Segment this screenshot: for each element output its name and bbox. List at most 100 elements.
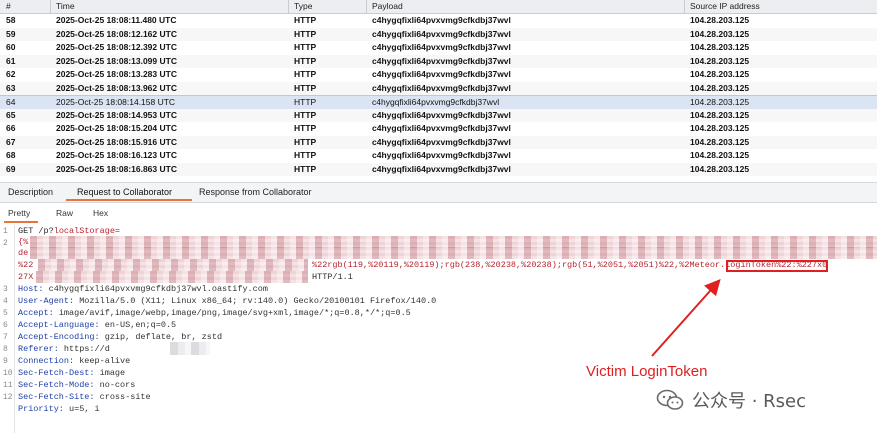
http-version: HTTP/1.1	[312, 272, 353, 282]
http-method: GET	[18, 226, 34, 236]
column-header-num[interactable]: #	[6, 1, 11, 12]
view-mode-tabs: Pretty Raw Hex	[0, 205, 877, 222]
header-value: cross-site	[94, 392, 151, 402]
tab-description[interactable]: Description	[8, 187, 53, 197]
header-key: Sec-Fetch-Dest:	[18, 368, 95, 378]
row-payload: c4hygqfixli64pvxvmg9cfkdbj37wvl	[372, 163, 511, 174]
row-type: HTTP	[294, 109, 317, 120]
tab-raw[interactable]: Raw	[56, 208, 73, 218]
watermark-text: 公众号 · Rsec	[692, 391, 807, 412]
table-row[interactable]: 63 2025-Oct-25 18:08:13.962 UTC HTTP c4hygq…	[0, 81, 877, 95]
row-payload: c4hygqfixli64pvxvmg9cfkdbj37wvl	[372, 69, 511, 79]
request-param: localStorage=	[53, 226, 121, 236]
table-row[interactable]: 60 2025-Oct-25 18:08:12.392 UTC HTTP c4hygq…	[0, 41, 877, 54]
row-payload: c4hygqfixli64pvxvmg9cfkdbj37wvl	[372, 150, 511, 160]
interaction-table: # Time Type Payload Source IP address 58…	[0, 0, 877, 180]
line-number: 8	[3, 345, 8, 354]
line-number: 11	[3, 381, 13, 390]
column-header-type[interactable]: Type	[294, 1, 312, 12]
tab-request-to-collaborator[interactable]: Request to Collaborator	[77, 187, 172, 197]
tab-hex[interactable]: Hex	[93, 208, 108, 218]
row-time: 2025-Oct-25 18:08:15.204 UTC	[56, 123, 177, 133]
header-priority: Priority: u=5, i	[18, 404, 100, 414]
row-source-ip: 104.28.203.125	[690, 28, 750, 39]
column-header-time[interactable]: Time	[56, 1, 75, 12]
row-number: 68	[6, 150, 16, 160]
line-number: 4	[3, 297, 8, 306]
table-row[interactable]: 67 2025-Oct-25 18:08:15.916 UTC HTTP c4hygq…	[0, 135, 877, 149]
line-number: 1	[3, 227, 8, 236]
row-type: HTTP	[294, 55, 317, 66]
row-payload: c4hygqfixli64pvxvmg9cfkdbj37wvl	[372, 82, 511, 93]
table-row[interactable]: 59 2025-Oct-25 18:08:12.162 UTC HTTP c4hygq…	[0, 27, 877, 41]
row-number: 60	[6, 42, 16, 52]
redacted-payload	[30, 247, 877, 259]
redacted-payload	[36, 271, 308, 283]
column-divider[interactable]	[288, 0, 289, 13]
line-number: 7	[3, 333, 8, 342]
line-number: 5	[3, 309, 8, 318]
request-line: GET /p?localStorage=	[18, 226, 120, 236]
line-number-gutter: 1 2 3 4 5 6 7 8 9 10 11 12	[0, 225, 15, 433]
table-row[interactable]: 65 2025-Oct-25 18:08:14.953 UTC HTTP c4hygq…	[0, 108, 877, 122]
row-type: HTTP	[294, 42, 317, 52]
row-type: HTTP	[294, 123, 317, 133]
line-number: 3	[3, 285, 8, 294]
header-value: gzip, deflate, br, zstd	[99, 332, 223, 342]
row-time: 2025-Oct-25 18:08:12.162 UTC	[56, 28, 177, 39]
header-referer: Referer: https://d	[18, 344, 110, 354]
header-value: image/avif,image/webp,image/png,image/sv…	[53, 308, 411, 318]
row-time: 2025-Oct-25 18:08:12.392 UTC	[56, 42, 177, 52]
header-sec-fetch-mode: Sec-Fetch-Mode: no-cors	[18, 380, 135, 390]
row-source-ip: 104.28.203.125	[690, 136, 750, 147]
table-row[interactable]: 62 2025-Oct-25 18:08:13.283 UTC HTTP c4hygq…	[0, 68, 877, 81]
header-value: keep-alive	[74, 356, 131, 366]
table-row[interactable]: 66 2025-Oct-25 18:08:15.204 UTC HTTP c4hygq…	[0, 122, 877, 135]
row-type: HTTP	[294, 15, 317, 25]
header-accept: Accept: image/avif,image/webp,image/png,…	[18, 308, 411, 318]
header-key: Connection:	[18, 356, 75, 366]
tab-pretty[interactable]: Pretty	[8, 208, 30, 218]
column-divider[interactable]	[50, 0, 51, 13]
row-number: 64	[6, 97, 16, 107]
row-time: 2025-Oct-25 18:08:15.916 UTC	[56, 136, 177, 147]
row-time: 2025-Oct-25 18:08:16.863 UTC	[56, 163, 177, 174]
row-payload: c4hygqfixli64pvxvmg9cfkdbj37wvl	[372, 28, 511, 39]
line-number: 10	[3, 369, 13, 378]
row-number: 61	[6, 55, 16, 66]
row-source-ip: 104.28.203.125	[690, 150, 750, 160]
table-row[interactable]: 58 2025-Oct-25 18:08:11.480 UTC HTTP c4hygq…	[0, 14, 877, 27]
table-row[interactable]: 68 2025-Oct-25 18:08:16.123 UTC HTTP c4hygq…	[0, 149, 877, 162]
header-value: u=5, i	[63, 404, 100, 414]
column-header-ip[interactable]: Source IP address	[690, 1, 760, 12]
line-number: 2	[3, 239, 8, 248]
active-tab-indicator	[66, 199, 192, 201]
watermark: 公众号 · Rsec	[656, 387, 806, 413]
request-path: /p?	[33, 226, 54, 236]
column-divider[interactable]	[366, 0, 367, 13]
row-source-ip: 104.28.203.125	[690, 42, 750, 52]
row-number: 63	[6, 82, 16, 93]
header-key: Host:	[18, 284, 44, 294]
table-row[interactable]: 61 2025-Oct-25 18:08:13.099 UTC HTTP c4hygq…	[0, 54, 877, 68]
column-divider[interactable]	[684, 0, 685, 13]
header-host: Host: c4hygqfixli64pvxvmg9cfkdbj37wvl.oa…	[18, 284, 268, 294]
row-payload: c4hygqfixli64pvxvmg9cfkdbj37wvl	[372, 55, 511, 66]
header-connection: Connection: keep-alive	[18, 356, 130, 366]
row-number: 65	[6, 109, 16, 120]
line-number: 12	[3, 393, 13, 402]
row-type: HTTP	[294, 136, 317, 147]
row-source-ip: 104.28.203.125	[690, 109, 750, 120]
line-number: 6	[3, 321, 8, 330]
table-row[interactable]: 69 2025-Oct-25 18:08:16.863 UTC HTTP c4hygq…	[0, 162, 877, 176]
header-accept-language: Accept-Language: en-US,en;q=0.5	[18, 320, 176, 330]
header-value: Mozilla/5.0 (X11; Linux x86_64; rv:140.0…	[74, 296, 437, 306]
row-time: 2025-Oct-25 18:08:11.480 UTC	[56, 15, 177, 25]
row-type: HTTP	[294, 97, 317, 107]
tab-response-from-collaborator[interactable]: Response from Collaborator	[199, 187, 312, 197]
row-number: 58	[6, 15, 16, 25]
login-token-highlight-box	[726, 260, 828, 272]
row-time: 2025-Oct-25 18:08:13.283 UTC	[56, 69, 177, 79]
column-header-payload[interactable]: Payload	[372, 1, 403, 12]
header-key: Priority:	[18, 404, 64, 414]
